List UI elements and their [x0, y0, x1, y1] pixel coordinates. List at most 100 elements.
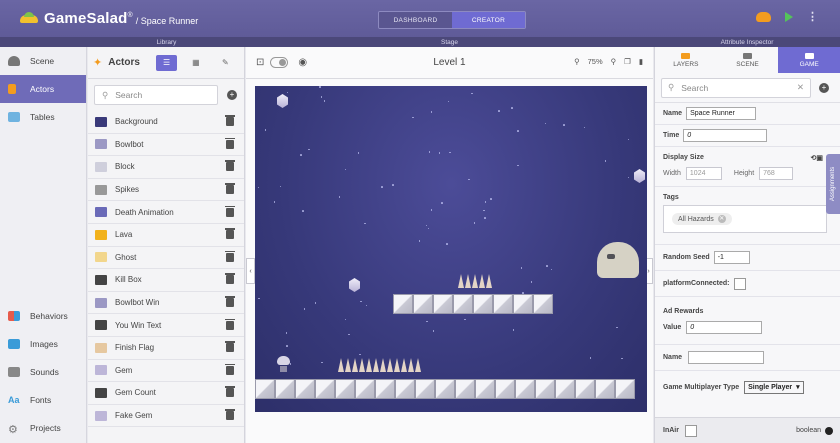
zoom-level: 75% — [587, 57, 603, 66]
copy-icon[interactable]: ❐ — [624, 57, 631, 66]
actor-list-item[interactable]: Kill Box — [88, 269, 244, 292]
nav-item-images[interactable]: Images — [0, 330, 87, 358]
trash-icon[interactable] — [225, 250, 235, 262]
actor-list-item[interactable]: Block — [88, 156, 244, 179]
clear-search-icon[interactable]: ✕ — [797, 82, 804, 93]
collapse-left-button[interactable]: ‹ — [246, 258, 255, 284]
more-menu-icon[interactable]: ⋮ — [807, 11, 818, 22]
actor-list-item[interactable]: Spikes — [88, 179, 244, 202]
multiplayer-select[interactable]: Single Player ▾ — [744, 380, 804, 394]
play-icon[interactable] — [785, 12, 793, 22]
trash-icon[interactable] — [225, 183, 235, 195]
trash-icon[interactable] — [225, 160, 235, 172]
time-field[interactable]: 0 — [683, 129, 768, 142]
preview-toggle[interactable] — [270, 57, 289, 68]
rotate-icon[interactable]: ⟲▣ — [811, 154, 823, 162]
trash-icon[interactable] — [225, 273, 235, 285]
camera-icon[interactable]: ◉ — [298, 57, 307, 68]
fit-screen-icon[interactable]: ⊡ — [256, 57, 264, 68]
block-tile — [575, 379, 595, 399]
zoom-in-icon[interactable]: ⚲ — [611, 57, 617, 66]
trash-icon[interactable] — [225, 137, 235, 149]
bowlbot-actor[interactable] — [277, 356, 290, 373]
trash-icon[interactable] — [225, 228, 235, 240]
trash-icon[interactable] — [225, 205, 235, 217]
spikes-actor[interactable] — [338, 358, 422, 372]
list-view-button[interactable]: ☰ — [155, 54, 178, 71]
inair-checkbox[interactable] — [684, 424, 697, 437]
nav-item-behaviors[interactable]: Behaviors — [0, 302, 87, 330]
actor-list-item[interactable]: Bowlbot Win — [88, 292, 244, 315]
height-field[interactable]: 768 — [759, 166, 794, 180]
block-ground[interactable] — [255, 379, 635, 399]
add-actor-button[interactable]: + — [227, 90, 237, 100]
star-decoration — [279, 185, 282, 188]
trash-icon[interactable] — [225, 363, 235, 375]
inair-attribute-row[interactable]: InAir boolean — [655, 417, 840, 443]
edit-button[interactable]: ✎ — [215, 55, 236, 71]
width-field[interactable]: 1024 — [685, 166, 722, 180]
zoom-out-icon[interactable]: ⚲ — [574, 57, 580, 66]
scene-canvas[interactable] — [255, 86, 647, 412]
nav-item-fonts[interactable]: Aa Fonts — [0, 386, 87, 414]
star-decoration — [441, 202, 443, 204]
trash-icon[interactable] — [225, 386, 235, 398]
gem-actor[interactable] — [277, 94, 288, 108]
actor-list-item[interactable]: Ghost — [88, 247, 244, 270]
platform-connected-checkbox[interactable] — [733, 277, 746, 290]
grid-view-button[interactable]: ▦ — [185, 55, 206, 71]
nav-item-actors[interactable]: Actors — [0, 75, 86, 103]
nav-item-tables[interactable]: Tables — [0, 103, 86, 131]
tab-scene[interactable]: SCENE — [717, 47, 779, 73]
tab-label: LAYERS — [673, 60, 699, 68]
actor-list-item[interactable]: Lava — [88, 224, 244, 247]
gem-actor[interactable] — [349, 278, 360, 292]
actor-list-item[interactable]: Fake Gem — [88, 405, 244, 428]
actor-list-item[interactable]: You Win Text — [88, 314, 244, 337]
attribute-search-input[interactable]: ⚲ Search ✕ — [661, 77, 811, 98]
reward-value-field[interactable]: 0 — [686, 320, 763, 334]
trash-icon[interactable] — [225, 341, 235, 353]
search-placeholder: Search — [115, 90, 143, 100]
add-attribute-button[interactable]: + — [819, 82, 829, 93]
actor-list-item[interactable]: Background — [88, 111, 244, 134]
nav-item-projects[interactable]: ⚙ Projects — [0, 414, 87, 442]
actor-icon — [8, 84, 16, 94]
trash-icon[interactable] — [225, 115, 235, 127]
nav-item-scene[interactable]: Scene — [0, 47, 86, 75]
actor-list-item[interactable]: Gem Count — [88, 382, 244, 405]
random-seed-field[interactable]: -1 — [713, 251, 750, 264]
search-icon: ⚲ — [668, 82, 675, 92]
game-name-field[interactable]: Space Runner — [686, 107, 757, 120]
gem-actor[interactable] — [634, 169, 645, 183]
actor-list-item[interactable]: Gem — [88, 360, 244, 383]
library-toolbar: ✦ Actors ☰ ▦ ✎ — [88, 47, 244, 79]
tab-game[interactable]: GAME — [778, 47, 840, 73]
tags-field[interactable]: All Hazards ✕ — [663, 205, 827, 233]
ghost-actor[interactable] — [597, 242, 639, 278]
actor-list-item[interactable]: Death Animation — [88, 201, 244, 224]
remove-tag-icon[interactable]: ✕ — [717, 215, 726, 223]
tab-layers[interactable]: LAYERS — [655, 47, 717, 73]
trash-icon[interactable] — [225, 409, 235, 421]
actor-search-input[interactable]: ⚲ Search — [94, 85, 218, 105]
remove-attribute-icon[interactable] — [825, 426, 833, 435]
delete-icon[interactable]: ▮ — [639, 57, 643, 66]
assignments-tab[interactable]: Assignments — [826, 154, 840, 214]
star-decoration — [285, 332, 288, 334]
trash-icon[interactable] — [225, 318, 235, 330]
reward-name-row: Name — [655, 345, 840, 371]
star-decoration — [264, 129, 267, 131]
spikes-actor[interactable] — [458, 274, 493, 288]
trash-icon[interactable] — [225, 296, 235, 308]
actor-thumbnail-icon — [95, 229, 107, 240]
star-decoration — [432, 330, 435, 332]
publish-cloud-icon[interactable] — [756, 12, 771, 22]
creator-tab[interactable]: CREATOR — [452, 12, 525, 28]
actor-list-item[interactable]: Bowlbot — [88, 134, 244, 157]
actor-list-item[interactable]: Finish Flag — [88, 337, 244, 360]
block-platform[interactable] — [393, 294, 553, 314]
reward-name-field[interactable] — [688, 351, 765, 364]
nav-item-sounds[interactable]: Sounds — [0, 358, 87, 386]
dashboard-tab[interactable]: DASHBOARD — [379, 12, 452, 28]
